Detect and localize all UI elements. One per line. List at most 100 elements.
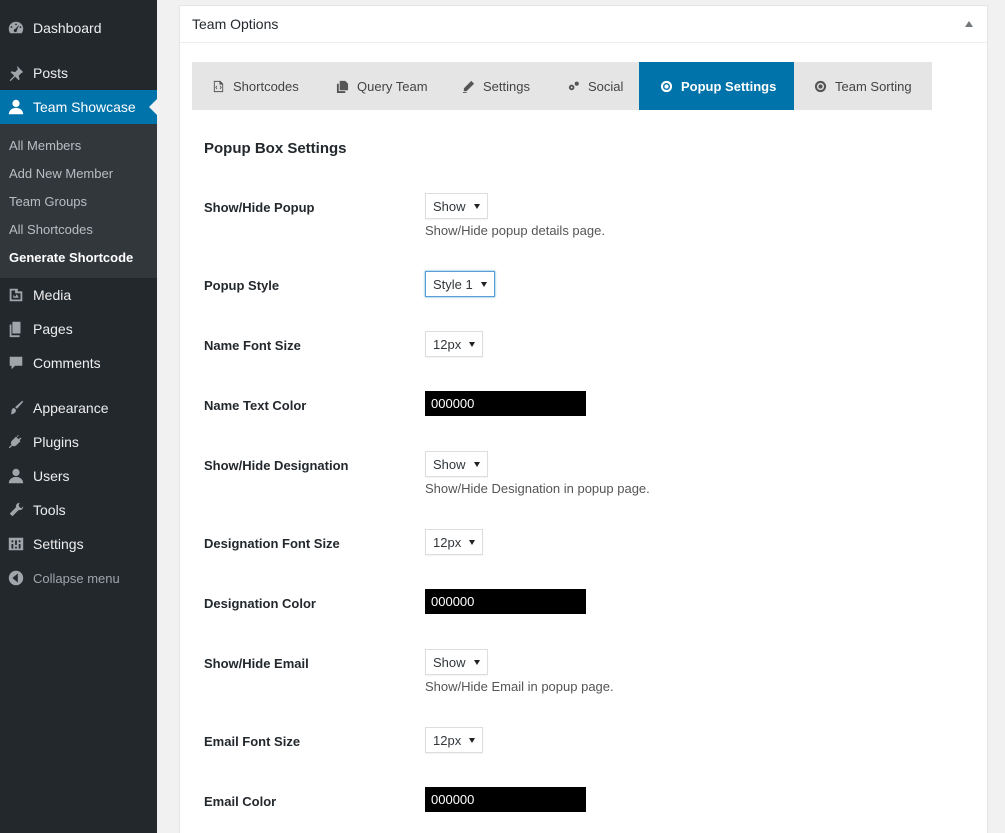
media-icon [6, 285, 26, 305]
show-hide-email-desc: Show/Hide Email in popup page. [425, 679, 614, 694]
show-hide-popup-desc: Show/Hide popup details page. [425, 223, 605, 238]
name-font-size-select[interactable]: 12px [425, 331, 484, 357]
settings-icon [6, 534, 26, 554]
menu-collapse[interactable]: Collapse menu [0, 561, 157, 595]
popup-style-select[interactable]: Style 1 [425, 271, 495, 297]
menu-label: Pages [33, 321, 73, 337]
menu-label: Comments [33, 355, 101, 371]
show-hide-designation-label: Show/Hide Designation [204, 458, 349, 473]
select-value: Show [433, 198, 466, 214]
options-tabs: Shortcodes Query Team Settings Social Po… [192, 62, 932, 110]
show-hide-email-label: Show/Hide Email [204, 656, 309, 671]
menu-label: Collapse menu [33, 570, 120, 586]
plug-icon [6, 432, 26, 452]
designation-font-size-label: Designation Font Size [204, 536, 340, 551]
menu-label: Team Showcase [33, 99, 136, 115]
tab-popup-settings[interactable]: Popup Settings [639, 62, 794, 110]
select-value: Style 1 [433, 276, 473, 292]
section-title: Popup Box Settings [204, 140, 347, 157]
panel-title: Team Options [192, 16, 279, 32]
show-hide-popup-label: Show/Hide Popup [204, 200, 315, 215]
menu-settings[interactable]: Settings [0, 527, 157, 561]
lifebuoy-icon [659, 79, 673, 93]
tab-social[interactable]: Social [552, 62, 639, 110]
team-showcase-submenu: All Members Add New Member Team Groups A… [0, 124, 157, 278]
caret-down-icon [469, 341, 476, 347]
caret-down-icon [473, 203, 480, 209]
brush-icon [6, 398, 26, 418]
designation-font-size-select[interactable]: 12px [425, 529, 484, 555]
select-value: 12px [433, 534, 462, 550]
menu-label: Tools [33, 502, 66, 518]
email-font-size-select[interactable]: 12px [425, 727, 484, 753]
show-hide-email-select[interactable]: Show [425, 649, 488, 675]
popup-style-label: Popup Style [204, 278, 280, 293]
wrench-icon [6, 500, 26, 520]
tab-team-sorting[interactable]: Team Sorting [794, 62, 932, 110]
gears-icon [566, 79, 580, 93]
tab-label: Shortcodes [233, 78, 299, 94]
submenu-all-shortcodes[interactable]: All Shortcodes [0, 215, 157, 243]
menu-label: Appearance [33, 400, 109, 416]
submenu-generate-shortcode[interactable]: Generate Shortcode [0, 243, 157, 271]
tab-query-team[interactable]: Query Team [321, 62, 446, 110]
email-color-input[interactable]: 000000 [425, 787, 586, 812]
show-hide-designation-desc: Show/Hide Designation in popup page. [425, 481, 650, 496]
lifebuoy-icon [813, 79, 827, 93]
name-text-color-label: Name Text Color [204, 398, 307, 413]
tab-label: Popup Settings [681, 78, 777, 94]
admin-sidebar: Dashboard Posts Team Showcase All Member… [0, 0, 157, 833]
menu-team-showcase[interactable]: Team Showcase [0, 90, 157, 124]
designation-color-input[interactable]: 000000 [425, 589, 586, 614]
comment-icon [6, 353, 26, 373]
select-value: Show [433, 654, 466, 670]
submenu-all-members[interactable]: All Members [0, 131, 157, 159]
menu-label: Users [33, 468, 70, 484]
submenu-add-new-member[interactable]: Add New Member [0, 159, 157, 187]
menu-pages[interactable]: Pages [0, 312, 157, 346]
pencil-icon [461, 79, 475, 93]
select-value: 12px [433, 336, 462, 352]
team-options-panel: Team Options Shortcodes Query Team Setti… [179, 5, 988, 833]
pin-icon [6, 63, 26, 83]
menu-label: Settings [33, 536, 84, 552]
caret-down-icon [469, 737, 476, 743]
designation-color-label: Designation Color [204, 596, 316, 611]
menu-comments[interactable]: Comments [0, 346, 157, 380]
menu-dashboard[interactable]: Dashboard [0, 11, 157, 45]
select-value: Show [433, 456, 466, 472]
tab-label: Social [588, 78, 624, 94]
show-hide-designation-select[interactable]: Show [425, 451, 488, 477]
panel-toggle-icon[interactable] [965, 21, 973, 27]
tab-settings[interactable]: Settings [446, 62, 552, 110]
email-color-label: Email Color [204, 794, 277, 809]
email-font-size-label: Email Font Size [204, 734, 301, 749]
tab-shortcodes[interactable]: Shortcodes [192, 62, 321, 110]
submenu-team-groups[interactable]: Team Groups [0, 187, 157, 215]
caret-down-icon [469, 539, 476, 545]
menu-users[interactable]: Users [0, 459, 157, 493]
pages-icon [6, 319, 26, 339]
copy-icon [335, 79, 349, 93]
user-icon [6, 97, 26, 117]
menu-label: Dashboard [33, 20, 102, 36]
users-icon [6, 466, 26, 486]
tab-label: Query Team [357, 78, 428, 94]
menu-appearance[interactable]: Appearance [0, 391, 157, 425]
menu-label: Plugins [33, 434, 79, 450]
name-font-size-label: Name Font Size [204, 338, 301, 353]
dashboard-icon [6, 18, 26, 38]
menu-tools[interactable]: Tools [0, 493, 157, 527]
name-text-color-input[interactable]: 000000 [425, 391, 586, 416]
menu-label: Media [33, 287, 72, 303]
menu-posts[interactable]: Posts [0, 56, 157, 90]
caret-down-icon [480, 281, 487, 287]
menu-media[interactable]: Media [0, 278, 157, 312]
select-value: 12px [433, 732, 462, 748]
menu-plugins[interactable]: Plugins [0, 425, 157, 459]
panel-header[interactable]: Team Options [180, 6, 987, 43]
show-hide-popup-select[interactable]: Show [425, 193, 488, 219]
caret-down-icon [473, 461, 480, 467]
shortcode-icon [211, 79, 225, 93]
collapse-icon [6, 568, 26, 588]
